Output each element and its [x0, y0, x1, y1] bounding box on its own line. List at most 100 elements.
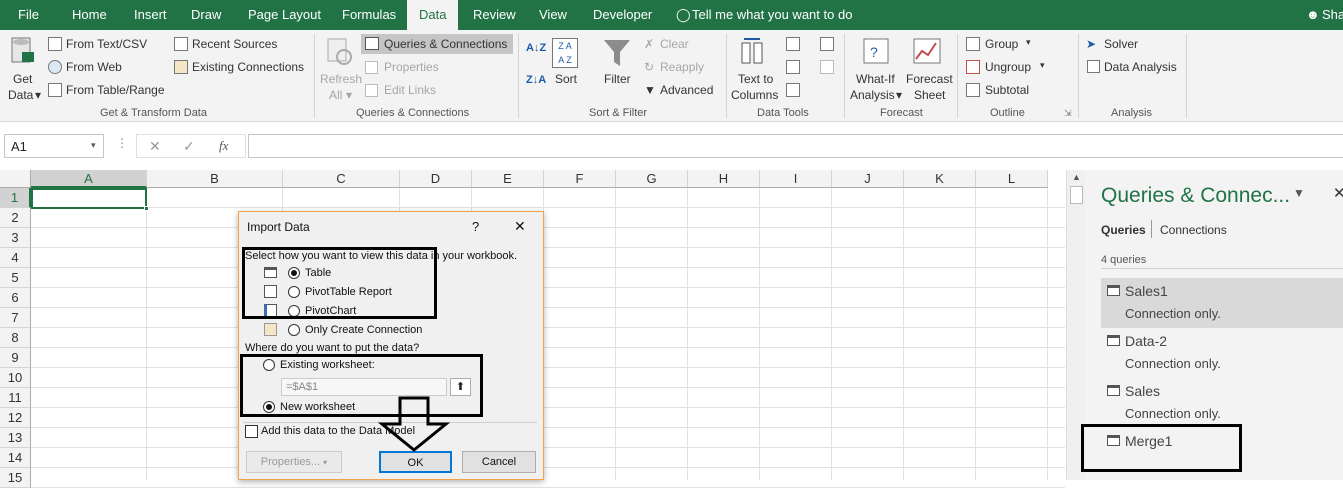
- column-header[interactable]: L: [976, 170, 1048, 188]
- column-header[interactable]: I: [760, 170, 832, 188]
- sort-z-a-icon[interactable]: Z↓A: [526, 74, 546, 86]
- select-all-corner[interactable]: [0, 170, 31, 188]
- pane-tab-queries[interactable]: Queries: [1101, 223, 1146, 237]
- data-analysis-button[interactable]: Data Analysis: [1104, 60, 1177, 74]
- pivot-chart-radio[interactable]: [288, 305, 300, 317]
- row-header[interactable]: 6: [0, 288, 31, 308]
- existing-connections-button[interactable]: Existing Connections: [192, 60, 304, 74]
- collapse-dialog-button[interactable]: ⬆: [450, 378, 471, 396]
- table-radio-label[interactable]: Table: [305, 267, 331, 279]
- from-text-csv-button[interactable]: From Text/CSV: [66, 37, 147, 51]
- column-header[interactable]: E: [472, 170, 544, 188]
- from-web-button[interactable]: From Web: [66, 60, 122, 74]
- dialog-close-button[interactable]: ✕: [514, 218, 526, 235]
- row-header[interactable]: 3: [0, 228, 31, 248]
- row-header[interactable]: 13: [0, 428, 31, 448]
- column-header[interactable]: J: [832, 170, 904, 188]
- sort-button[interactable]: Sort: [555, 72, 577, 86]
- data-validation-icon[interactable]: [786, 83, 800, 97]
- table-radio[interactable]: [288, 267, 300, 279]
- vertical-scrollbar[interactable]: ▲: [1066, 170, 1085, 480]
- relationships-icon[interactable]: [820, 60, 834, 74]
- solver-button[interactable]: Solver: [1104, 37, 1138, 51]
- forecast-sheet-label[interactable]: Sheet: [914, 88, 945, 102]
- tab-review[interactable]: Review: [473, 0, 516, 30]
- fill-handle[interactable]: [144, 206, 149, 211]
- group-button[interactable]: Group: [985, 37, 1018, 51]
- tab-page-layout[interactable]: Page Layout: [248, 0, 321, 30]
- insert-function-icon[interactable]: fx: [219, 138, 228, 154]
- consolidate-icon[interactable]: [820, 37, 834, 51]
- scroll-up-icon[interactable]: ▲: [1072, 172, 1081, 182]
- cancel-entry-icon[interactable]: ✕: [149, 138, 161, 155]
- column-header[interactable]: A: [31, 170, 147, 188]
- column-header[interactable]: K: [904, 170, 976, 188]
- text-to-columns-button[interactable]: Text to: [738, 72, 773, 86]
- forecast-sheet-button[interactable]: Forecast: [906, 72, 953, 86]
- what-if-analysis-button[interactable]: What-If: [856, 72, 895, 86]
- row-header[interactable]: 8: [0, 328, 31, 348]
- confirm-entry-icon[interactable]: ✓: [183, 138, 195, 155]
- row-header[interactable]: 10: [0, 368, 31, 388]
- pane-close-icon[interactable]: ✕: [1333, 184, 1343, 202]
- tab-draw[interactable]: Draw: [191, 0, 221, 30]
- row-header[interactable]: 14: [0, 448, 31, 468]
- ungroup-button[interactable]: Ungroup: [985, 60, 1031, 74]
- row-header[interactable]: 15: [0, 468, 31, 488]
- new-worksheet-radio-label[interactable]: New worksheet: [280, 401, 355, 413]
- row-header[interactable]: 4: [0, 248, 31, 268]
- pivot-table-radio-label[interactable]: PivotTable Report: [305, 286, 392, 298]
- edit-links-button[interactable]: Edit Links: [384, 83, 436, 97]
- existing-worksheet-radio-label[interactable]: Existing worksheet:: [280, 359, 375, 371]
- column-header[interactable]: F: [544, 170, 616, 188]
- outline-dialog-launcher-icon[interactable]: ⇲: [1064, 108, 1072, 119]
- subtotal-button[interactable]: Subtotal: [985, 83, 1029, 97]
- row-header[interactable]: 5: [0, 268, 31, 288]
- remove-duplicates-icon[interactable]: [786, 60, 800, 74]
- only-connection-radio[interactable]: [288, 324, 300, 336]
- dialog-help-button[interactable]: ?: [472, 219, 479, 234]
- scroll-thumb[interactable]: [1070, 186, 1083, 204]
- what-if-analysis-label[interactable]: Analysis: [850, 88, 895, 102]
- tab-developer[interactable]: Developer: [593, 0, 652, 30]
- row-header[interactable]: 9: [0, 348, 31, 368]
- pane-tab-connections[interactable]: Connections: [1160, 223, 1227, 237]
- existing-worksheet-radio[interactable]: [263, 359, 275, 371]
- tab-insert[interactable]: Insert: [134, 0, 167, 30]
- tell-me-search[interactable]: Tell me what you want to do: [692, 0, 852, 30]
- filter-button[interactable]: Filter: [604, 72, 631, 86]
- properties-button[interactable]: Properties... ▾: [246, 451, 342, 473]
- tab-view[interactable]: View: [539, 0, 567, 30]
- formula-input[interactable]: [248, 134, 1343, 158]
- only-connection-radio-label[interactable]: Only Create Connection: [305, 324, 422, 336]
- clear-button[interactable]: Clear: [660, 37, 689, 51]
- tab-data[interactable]: Data: [407, 0, 459, 30]
- column-header[interactable]: D: [400, 170, 472, 188]
- recent-sources-button[interactable]: Recent Sources: [192, 37, 277, 51]
- reference-input[interactable]: =$A$1: [281, 378, 447, 396]
- new-worksheet-radio[interactable]: [263, 401, 275, 413]
- query-item[interactable]: Sales1 Connection only.: [1101, 278, 1343, 328]
- query-item[interactable]: Data-2 Connection only.: [1101, 328, 1343, 378]
- row-header[interactable]: 2: [0, 208, 31, 228]
- reapply-button[interactable]: Reapply: [660, 60, 704, 74]
- ok-button[interactable]: OK: [379, 451, 452, 473]
- pivot-table-radio[interactable]: [288, 286, 300, 298]
- query-item[interactable]: Sales Connection only.: [1101, 378, 1343, 428]
- user-name[interactable]: Sha: [1322, 0, 1343, 30]
- data-model-checkbox[interactable]: [245, 425, 258, 438]
- row-header[interactable]: 1: [0, 188, 31, 208]
- cancel-button[interactable]: Cancel: [462, 451, 536, 473]
- flash-fill-icon[interactable]: [786, 37, 800, 51]
- column-header[interactable]: B: [147, 170, 283, 188]
- active-cell-a1[interactable]: [31, 188, 147, 209]
- row-header[interactable]: 11: [0, 388, 31, 408]
- tab-formulas[interactable]: Formulas: [342, 0, 396, 30]
- get-data-button[interactable]: Get: [13, 72, 32, 86]
- refresh-all-button[interactable]: Refresh: [320, 72, 362, 86]
- pane-options-chevron-icon[interactable]: ▼: [1293, 186, 1305, 200]
- sort-a-z-icon[interactable]: A↓Z: [526, 42, 546, 54]
- text-to-columns-label[interactable]: Columns: [731, 88, 778, 102]
- advanced-button[interactable]: Advanced: [660, 83, 713, 97]
- column-header[interactable]: G: [616, 170, 688, 188]
